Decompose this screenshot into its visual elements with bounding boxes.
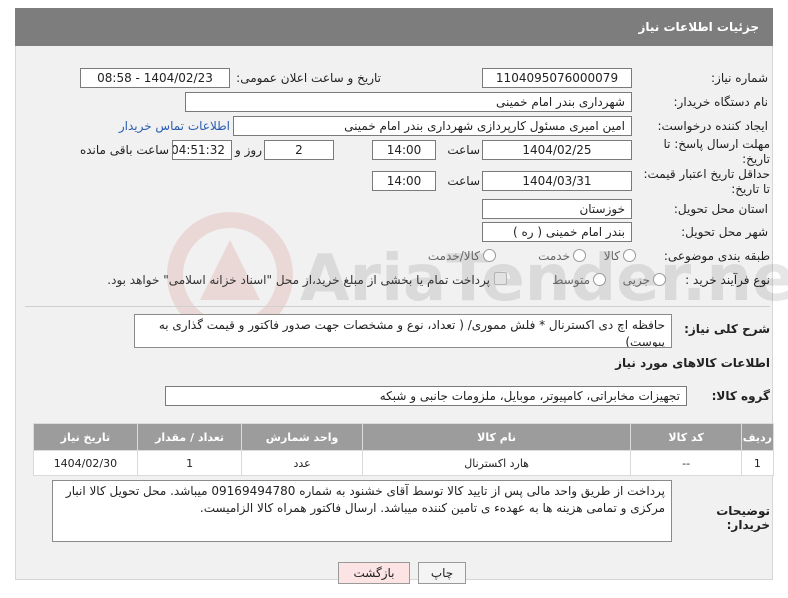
col-unit-header: واحد شمارش [241, 423, 363, 451]
reply-deadline-time-field: 14:00 [372, 140, 436, 160]
category-label: طبقه بندی موضوعی: [663, 249, 770, 263]
reply-deadline-label: مهلت ارسال پاسخ: تا تاریخ: [663, 137, 770, 166]
goods-table: ردیف کد کالا نام کالا واحد شمارش تعداد /… [33, 423, 775, 476]
back-button[interactable]: بازگشت [338, 562, 410, 584]
page-title: جزئیات اطلاعات نیاز [638, 20, 759, 34]
goods-section-title: اطلاعات کالاهای مورد نیاز [615, 356, 770, 370]
general-description-field: حافظه اچ دی اکسترنال * فلش مموری/ ( تعدا… [134, 314, 672, 348]
process-partial-label: جزیی [622, 273, 650, 287]
requester-field: امین امیری مسئول کارپردازی شهرداری بندر … [233, 116, 632, 136]
process-medium-label: متوسط [552, 273, 590, 287]
treasury-checkbox[interactable] [494, 272, 507, 285]
treasury-note: پرداخت تمام یا بخشی از مبلغ خرید،از محل … [107, 273, 490, 287]
announce-datetime-label: تاریخ و ساعت اعلان عمومی: [236, 71, 381, 85]
need-number-field: 1104095076000079 [482, 68, 632, 88]
general-description-label: شرح کلی نیاز: [684, 322, 770, 336]
divider [25, 306, 770, 307]
category-goods-radio[interactable] [623, 249, 636, 262]
category-service-radio[interactable] [573, 249, 586, 262]
table-row: 1 -- هارد اکسترنال عدد 1 1404/02/30 [33, 450, 775, 476]
reply-deadline-date-field: 1404/02/25 [482, 140, 632, 160]
col-date-header: تاریخ نیاز [33, 423, 138, 451]
price-validity-time-field: 14:00 [372, 171, 436, 191]
delivery-city-field: بندر امام خمینی ( ره ) [482, 222, 632, 242]
goods-group-label: گروه کالا: [711, 389, 770, 403]
need-number-label: شماره نیاز: [711, 71, 768, 85]
panel-header: جزئیات اطلاعات نیاز [15, 8, 773, 46]
buyer-notes-field: پرداخت از طریق واحد مالی پس از تایید کال… [52, 480, 672, 542]
remaining-days-field: 2 [264, 140, 334, 160]
price-validity-time-label: ساعت [447, 174, 480, 188]
category-goods-label: کالا [603, 249, 620, 263]
price-validity-date-field: 1404/03/31 [482, 171, 632, 191]
cell-row: 1 [740, 450, 775, 476]
cell-qty: 1 [136, 450, 243, 476]
days-label: روز و [235, 143, 262, 157]
process-medium-radio[interactable] [593, 273, 606, 286]
cell-name: هارد اکسترنال [361, 450, 632, 476]
print-button[interactable]: چاپ [418, 562, 466, 584]
cell-date: 1404/02/30 [33, 450, 138, 476]
category-service-label: خدمت [538, 249, 570, 263]
reply-deadline-time-label: ساعت [447, 143, 480, 157]
remaining-time-field: 04:51:32 [172, 140, 232, 160]
category-goods-service-radio[interactable] [483, 249, 496, 262]
goods-table-header: ردیف کد کالا نام کالا واحد شمارش تعداد /… [33, 423, 775, 451]
price-validity-label: حداقل تاریخ اعتبار قیمت: تا تاریخ: [643, 167, 770, 196]
col-name-header: نام کالا [361, 423, 632, 451]
requester-label: ایجاد کننده درخواست: [657, 119, 768, 133]
buyer-org-label: نام دستگاه خریدار: [673, 95, 769, 109]
col-row-header: ردیف [740, 423, 775, 451]
col-qty-header: تعداد / مقدار [136, 423, 243, 451]
remaining-time-label: ساعت باقی مانده [79, 143, 169, 157]
goods-group-field: تجهیزات مخابراتی، کامپیوتر، موبایل، ملزو… [165, 386, 687, 406]
process-type-label: نوع فرآیند خرید : [685, 273, 770, 287]
announce-datetime-field: 1404/02/23 - 08:58 [80, 68, 230, 88]
buyer-org-field: شهرداری بندر امام خمینی [185, 92, 632, 112]
cell-unit: عدد [241, 450, 363, 476]
process-partial-radio[interactable] [653, 273, 666, 286]
category-goods-service-label: کالا/خدمت [427, 249, 480, 263]
delivery-city-label: شهر محل تحویل: [681, 225, 768, 239]
buyer-notes-label: توضیحات خریدار: [716, 504, 770, 532]
cell-code: -- [630, 450, 742, 476]
delivery-province-label: استان محل تحویل: [673, 202, 768, 216]
buyer-contact-link[interactable]: اطلاعات تماس خریدار [110, 119, 230, 133]
col-code-header: کد کالا [630, 423, 742, 451]
delivery-province-field: خوزستان [482, 199, 632, 219]
